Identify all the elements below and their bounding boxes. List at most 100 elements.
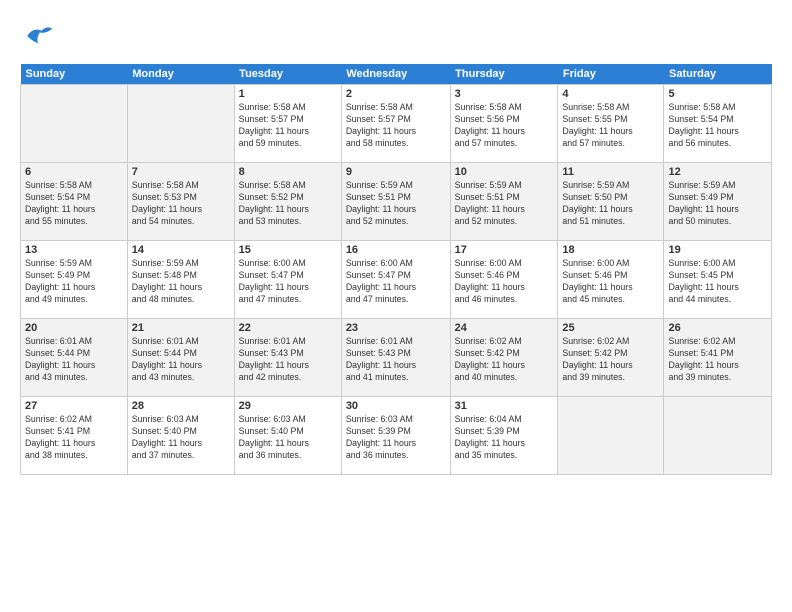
day-detail: Sunrise: 5:58 AM Sunset: 5:55 PM Dayligh… (562, 102, 632, 148)
day-number: 17 (455, 244, 554, 256)
day-cell: 18Sunrise: 6:00 AM Sunset: 5:46 PM Dayli… (558, 241, 664, 319)
day-detail: Sunrise: 5:58 AM Sunset: 5:53 PM Dayligh… (132, 180, 202, 226)
day-cell: 8 Sunrise: 5:58 AM Sunset: 5:52 PM Daylig… (234, 163, 341, 241)
day-cell: 14 Sunrise: 5:59 AM Sunset: 5:48 PM Dayli… (127, 241, 234, 319)
calendar-table: SundayMondayTuesdayWednesdayThursdayFrid… (20, 64, 772, 475)
day-detail: Sunrise: 6:04 AM Sunset: 5:39 PM Dayligh… (455, 414, 525, 460)
day-detail: Sunrise: 5:58 AM Sunset: 5:54 PM Dayligh… (25, 180, 95, 226)
day-cell: 20 Sunrise: 6:01 AM Sunset: 5:44 PM Dayli… (21, 319, 128, 397)
day-number: 14 (132, 244, 230, 256)
col-header-wednesday: Wednesday (341, 64, 450, 85)
day-number: 19 (668, 244, 767, 256)
col-header-sunday: Sunday (21, 64, 128, 85)
day-detail: Sunrise: 6:02 AM Sunset: 5:41 PM Dayligh… (668, 336, 738, 382)
day-cell (558, 397, 664, 475)
day-detail: Sunrise: 6:01 AM Sunset: 5:44 PM Dayligh… (132, 336, 202, 382)
day-number: 15 (239, 244, 337, 256)
col-header-saturday: Saturday (664, 64, 772, 85)
day-cell: 13 Sunrise: 5:59 AM Sunset: 5:49 PM Dayli… (21, 241, 128, 319)
day-cell: 31 Sunrise: 6:04 AM Sunset: 5:39 PM Dayli… (450, 397, 558, 475)
header (20, 18, 772, 54)
day-detail: Sunrise: 5:58 AM Sunset: 5:57 PM Dayligh… (239, 102, 309, 148)
day-cell: 15 Sunrise: 6:00 AM Sunset: 5:47 PM Dayli… (234, 241, 341, 319)
col-header-monday: Monday (127, 64, 234, 85)
day-number: 31 (455, 400, 554, 412)
day-detail: Sunrise: 6:01 AM Sunset: 5:43 PM Dayligh… (239, 336, 309, 382)
day-detail: Sunrise: 6:02 AM Sunset: 5:42 PM Dayligh… (455, 336, 525, 382)
day-number: 20 (25, 322, 123, 334)
day-number: 25 (562, 322, 659, 334)
day-detail: Sunrise: 5:59 AM Sunset: 5:48 PM Dayligh… (132, 258, 202, 304)
day-cell: 17 Sunrise: 6:00 AM Sunset: 5:46 PM Dayli… (450, 241, 558, 319)
day-number: 21 (132, 322, 230, 334)
day-detail: Sunrise: 5:58 AM Sunset: 5:56 PM Dayligh… (455, 102, 525, 148)
day-cell (127, 85, 234, 163)
day-cell: 10 Sunrise: 5:59 AM Sunset: 5:51 PM Dayli… (450, 163, 558, 241)
day-cell: 1Sunrise: 5:58 AM Sunset: 5:57 PM Daylig… (234, 85, 341, 163)
day-detail: Sunrise: 6:00 AM Sunset: 5:46 PM Dayligh… (455, 258, 525, 304)
day-detail: Sunrise: 5:58 AM Sunset: 5:54 PM Dayligh… (668, 102, 738, 148)
day-detail: Sunrise: 6:03 AM Sunset: 5:39 PM Dayligh… (346, 414, 416, 460)
day-number: 18 (562, 244, 659, 256)
day-cell: 21 Sunrise: 6:01 AM Sunset: 5:44 PM Dayli… (127, 319, 234, 397)
day-cell: 3Sunrise: 5:58 AM Sunset: 5:56 PM Daylig… (450, 85, 558, 163)
day-detail: Sunrise: 6:02 AM Sunset: 5:41 PM Dayligh… (25, 414, 95, 460)
day-number: 7 (132, 166, 230, 178)
week-row-5: 27Sunrise: 6:02 AM Sunset: 5:41 PM Dayli… (21, 397, 772, 475)
col-header-tuesday: Tuesday (234, 64, 341, 85)
day-detail: Sunrise: 6:01 AM Sunset: 5:43 PM Dayligh… (346, 336, 416, 382)
day-number: 23 (346, 322, 446, 334)
week-row-2: 6 Sunrise: 5:58 AM Sunset: 5:54 PM Daylig… (21, 163, 772, 241)
day-number: 9 (346, 166, 446, 178)
day-cell: 30 Sunrise: 6:03 AM Sunset: 5:39 PM Dayli… (341, 397, 450, 475)
day-detail: Sunrise: 6:03 AM Sunset: 5:40 PM Dayligh… (239, 414, 309, 460)
day-cell: 11Sunrise: 5:59 AM Sunset: 5:50 PM Dayli… (558, 163, 664, 241)
day-cell: 12 Sunrise: 5:59 AM Sunset: 5:49 PM Dayli… (664, 163, 772, 241)
day-cell: 6 Sunrise: 5:58 AM Sunset: 5:54 PM Daylig… (21, 163, 128, 241)
page: SundayMondayTuesdayWednesdayThursdayFrid… (0, 0, 792, 612)
day-detail: Sunrise: 6:03 AM Sunset: 5:40 PM Dayligh… (132, 414, 202, 460)
day-cell: 4 Sunrise: 5:58 AM Sunset: 5:55 PM Daylig… (558, 85, 664, 163)
day-cell: 27Sunrise: 6:02 AM Sunset: 5:41 PM Dayli… (21, 397, 128, 475)
day-number: 28 (132, 400, 230, 412)
day-number: 30 (346, 400, 446, 412)
day-cell: 22 Sunrise: 6:01 AM Sunset: 5:43 PM Dayli… (234, 319, 341, 397)
day-detail: Sunrise: 5:59 AM Sunset: 5:51 PM Dayligh… (346, 180, 416, 226)
day-number: 4 (562, 88, 659, 100)
day-number: 2 (346, 88, 446, 100)
day-detail: Sunrise: 5:59 AM Sunset: 5:51 PM Dayligh… (455, 180, 525, 226)
day-cell: 9 Sunrise: 5:59 AM Sunset: 5:51 PM Daylig… (341, 163, 450, 241)
day-detail: Sunrise: 5:58 AM Sunset: 5:52 PM Dayligh… (239, 180, 309, 226)
day-cell (664, 397, 772, 475)
logo-icon (20, 18, 56, 54)
day-number: 22 (239, 322, 337, 334)
day-cell: 16 Sunrise: 6:00 AM Sunset: 5:47 PM Dayli… (341, 241, 450, 319)
day-cell: 7 Sunrise: 5:58 AM Sunset: 5:53 PM Daylig… (127, 163, 234, 241)
day-detail: Sunrise: 5:59 AM Sunset: 5:49 PM Dayligh… (668, 180, 738, 226)
day-number: 10 (455, 166, 554, 178)
day-number: 5 (668, 88, 767, 100)
day-number: 13 (25, 244, 123, 256)
day-cell: 23 Sunrise: 6:01 AM Sunset: 5:43 PM Dayli… (341, 319, 450, 397)
week-row-3: 13 Sunrise: 5:59 AM Sunset: 5:49 PM Dayli… (21, 241, 772, 319)
day-cell: 26 Sunrise: 6:02 AM Sunset: 5:41 PM Dayli… (664, 319, 772, 397)
day-number: 29 (239, 400, 337, 412)
header-row: SundayMondayTuesdayWednesdayThursdayFrid… (21, 64, 772, 85)
day-number: 12 (668, 166, 767, 178)
day-cell: 29 Sunrise: 6:03 AM Sunset: 5:40 PM Dayli… (234, 397, 341, 475)
day-cell: 5 Sunrise: 5:58 AM Sunset: 5:54 PM Daylig… (664, 85, 772, 163)
day-cell: 24Sunrise: 6:02 AM Sunset: 5:42 PM Dayli… (450, 319, 558, 397)
col-header-friday: Friday (558, 64, 664, 85)
day-detail: Sunrise: 5:59 AM Sunset: 5:49 PM Dayligh… (25, 258, 95, 304)
day-detail: Sunrise: 6:02 AM Sunset: 5:42 PM Dayligh… (562, 336, 632, 382)
day-detail: Sunrise: 5:58 AM Sunset: 5:57 PM Dayligh… (346, 102, 416, 148)
day-number: 26 (668, 322, 767, 334)
day-detail: Sunrise: 6:00 AM Sunset: 5:47 PM Dayligh… (346, 258, 416, 304)
day-number: 8 (239, 166, 337, 178)
day-detail: Sunrise: 6:01 AM Sunset: 5:44 PM Dayligh… (25, 336, 95, 382)
week-row-4: 20 Sunrise: 6:01 AM Sunset: 5:44 PM Dayli… (21, 319, 772, 397)
logo (20, 18, 60, 54)
day-detail: Sunrise: 6:00 AM Sunset: 5:47 PM Dayligh… (239, 258, 309, 304)
day-number: 6 (25, 166, 123, 178)
day-number: 16 (346, 244, 446, 256)
